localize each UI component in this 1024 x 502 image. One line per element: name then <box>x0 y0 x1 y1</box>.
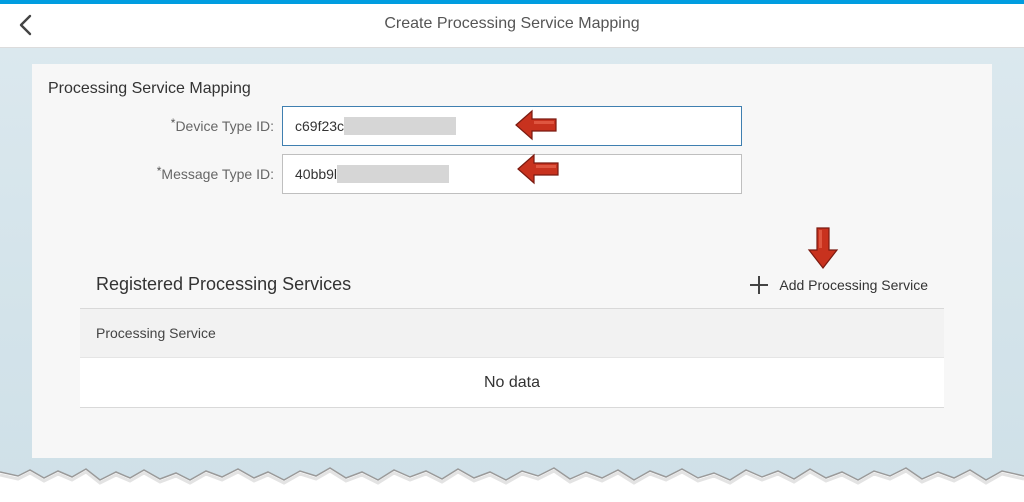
plus-icon <box>750 276 769 294</box>
add-processing-service-button[interactable]: Add Processing Service <box>749 274 928 296</box>
section-title: Processing Service Mapping <box>48 80 251 97</box>
redacted-block <box>337 165 450 183</box>
device-type-value: c69f23c <box>295 118 345 134</box>
message-type-row: *Message Type ID: 40bb9l <box>32 154 992 194</box>
red-arrow-icon <box>515 109 557 141</box>
redacted-block <box>344 117 457 135</box>
device-type-label: *Device Type ID: <box>171 106 274 146</box>
red-arrow-icon <box>517 153 559 185</box>
message-type-label-text: Message Type ID: <box>161 166 274 182</box>
registered-services-title: Registered Processing Services <box>96 274 352 294</box>
add-processing-service-label: Add Processing Service <box>779 277 928 293</box>
torn-edge-decoration <box>0 467 1024 502</box>
page-title: Create Processing Service Mapping <box>384 15 640 32</box>
table-body: No data <box>80 358 944 408</box>
required-marker: * <box>156 164 162 178</box>
message-type-input[interactable]: 40bb9l <box>282 154 742 194</box>
services-toolbar: Registered Processing Services Add Proce… <box>80 262 944 308</box>
message-type-label: *Message Type ID: <box>157 154 274 194</box>
column-header-processing-service: Processing Service <box>96 325 216 341</box>
required-marker: * <box>170 116 176 130</box>
app-header: Create Processing Service Mapping <box>0 4 1024 48</box>
table-header: Processing Service <box>80 308 944 358</box>
message-type-value: 40bb9l <box>295 166 338 182</box>
form-panel: Processing Service Mapping *Device Type … <box>32 64 992 458</box>
device-type-label-text: Device Type ID: <box>175 118 274 134</box>
no-data-text: No data <box>483 374 541 391</box>
